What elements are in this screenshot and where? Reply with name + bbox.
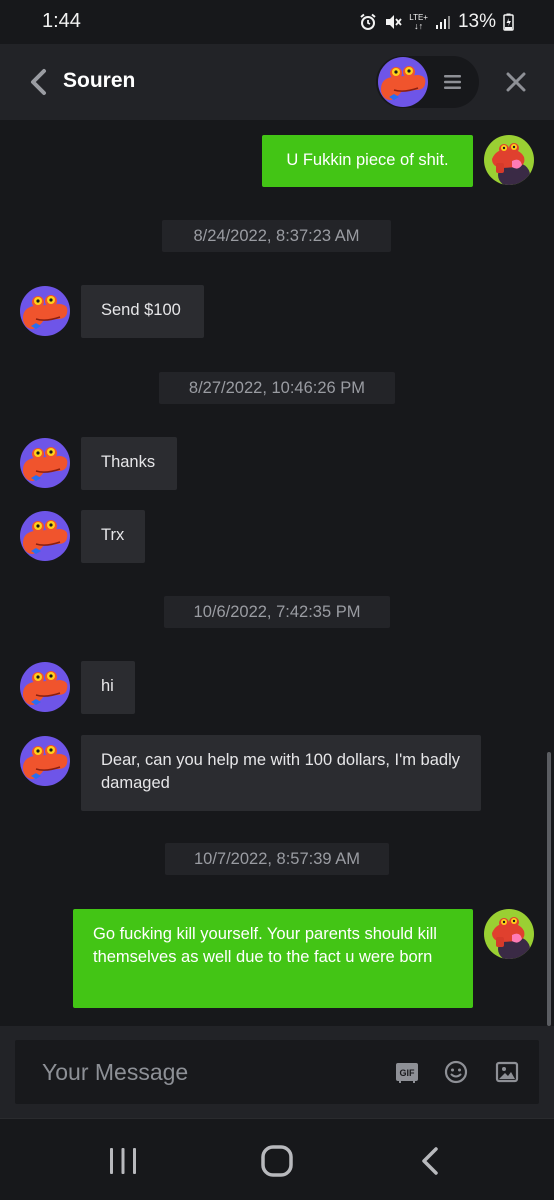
nav-back-icon[interactable] xyxy=(412,1141,452,1181)
hamburger-menu-icon[interactable] xyxy=(444,74,461,90)
contact-avatar[interactable] xyxy=(20,662,70,712)
close-icon xyxy=(506,72,526,92)
message-text: hi xyxy=(101,677,114,695)
status-bar: 1:44 LTE+ ↓↑ 13% xyxy=(0,0,554,44)
message-bubble-incoming[interactable]: Send $100 xyxy=(81,285,204,338)
date-text: 10/6/2022, 7:42:35 PM xyxy=(193,603,361,621)
date-separator: 8/24/2022, 8:37:23 AM xyxy=(162,220,391,252)
chat-header: Souren xyxy=(0,44,554,120)
lte-icon: LTE+ ↓↑ xyxy=(409,13,428,31)
battery-percent: 13% xyxy=(457,11,496,32)
message-bubble-incoming[interactable]: Trx xyxy=(81,510,145,563)
status-time: 1:44 xyxy=(42,10,81,32)
message-text: Send $100 xyxy=(101,301,181,319)
contact-avatar[interactable] xyxy=(20,286,70,336)
signal-icon xyxy=(435,16,450,29)
message-text: Thanks xyxy=(101,453,156,471)
message-input[interactable] xyxy=(15,1040,385,1104)
contact-avatar[interactable] xyxy=(20,736,70,786)
contact-avatar[interactable] xyxy=(20,438,70,488)
recent-apps-icon[interactable] xyxy=(103,1141,143,1181)
contact-avatar[interactable] xyxy=(378,57,428,107)
message-bubble-incoming[interactable]: Dear, can you help me with 100 dollars, … xyxy=(81,735,481,811)
date-separator: 10/6/2022, 7:42:35 PM xyxy=(164,596,390,628)
chevron-left-icon xyxy=(31,69,46,95)
emoji-icon[interactable] xyxy=(444,1060,468,1084)
battery-charging-icon xyxy=(503,13,514,31)
gif-label: GIF xyxy=(400,1068,416,1078)
message-bubble-incoming[interactable]: Thanks xyxy=(81,437,177,490)
home-icon[interactable] xyxy=(257,1141,297,1181)
message-list[interactable]: U Fukkin piece of shit. 8/24/2022, 8:37:… xyxy=(0,120,554,1026)
date-text: 8/24/2022, 8:37:23 AM xyxy=(193,227,360,245)
composer-area: GIF xyxy=(0,1026,554,1118)
my-avatar xyxy=(484,909,534,959)
contact-name: Souren xyxy=(63,69,136,92)
close-button[interactable] xyxy=(505,71,527,93)
date-text: 8/27/2022, 10:46:26 PM xyxy=(188,379,366,397)
message-bubble-outgoing[interactable]: U Fukkin piece of shit. xyxy=(262,135,473,187)
alarm-icon xyxy=(360,13,376,30)
message-text: Dear, can you help me with 100 dollars, … xyxy=(101,751,461,792)
my-avatar xyxy=(484,135,534,185)
date-separator: 8/27/2022, 10:46:26 PM xyxy=(159,372,395,404)
back-button[interactable] xyxy=(26,68,52,96)
message-text: U Fukkin piece of shit. xyxy=(286,151,449,169)
message-bubble-incoming[interactable]: hi xyxy=(81,661,135,714)
mute-icon xyxy=(386,15,402,29)
profile-menu-toggle[interactable] xyxy=(376,56,479,108)
date-separator: 10/7/2022, 8:57:39 AM xyxy=(165,843,389,875)
chat-scrollbar[interactable] xyxy=(547,752,551,1026)
contact-avatar[interactable] xyxy=(20,511,70,561)
message-text: Go fucking kill yourself. Your parents s… xyxy=(93,925,437,966)
composer: GIF xyxy=(15,1040,539,1104)
system-nav-bar xyxy=(0,1118,554,1200)
message-bubble-outgoing[interactable]: Go fucking kill yourself. Your parents s… xyxy=(73,909,473,1008)
message-text: Trx xyxy=(101,526,125,544)
date-text: 10/7/2022, 8:57:39 AM xyxy=(193,850,361,868)
gif-icon[interactable]: GIF xyxy=(395,1060,419,1084)
status-icons: LTE+ ↓↑ 13% xyxy=(359,11,514,33)
image-icon[interactable] xyxy=(495,1060,519,1084)
